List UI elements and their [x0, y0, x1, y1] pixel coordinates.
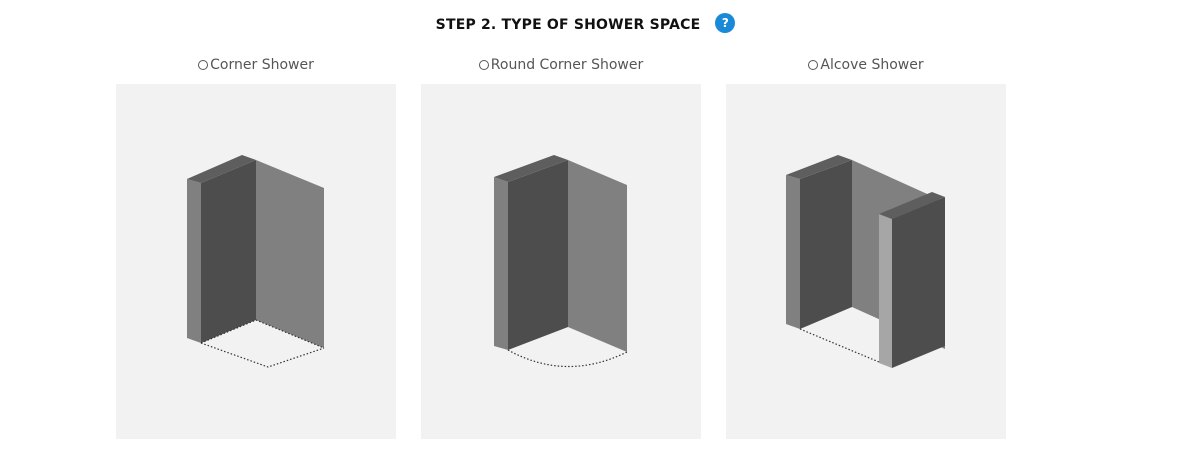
corner-shower-panel[interactable] — [116, 84, 396, 439]
alcove-shower-icon — [786, 155, 945, 368]
alcove-shower-radio-label[interactable]: Alcove Shower — [726, 56, 1006, 74]
alcove-shower-radio[interactable] — [808, 60, 819, 70]
shower-type-options: Corner Shower Round Corner Shower Alcove… — [116, 56, 1031, 439]
alcove-shower-label: Alcove Shower — [820, 57, 924, 73]
round-corner-shower-icon — [494, 155, 628, 368]
round-corner-shower-label: Round Corner Shower — [490, 57, 644, 73]
round-corner-shower-panel[interactable] — [421, 84, 701, 439]
option-corner-shower: Corner Shower — [116, 56, 396, 439]
option-alcove-shower: Alcove Shower — [726, 56, 1006, 439]
help-icon[interactable]: ? — [715, 13, 736, 33]
round-corner-shower-radio-label[interactable]: Round Corner Shower — [421, 56, 701, 74]
round-corner-shower-radio[interactable] — [478, 60, 489, 70]
corner-shower-icon — [187, 155, 325, 368]
alcove-shower-panel[interactable] — [726, 84, 1006, 439]
step-header: STEP 2. TYPE OF SHOWER SPACE ? — [0, 13, 1191, 33]
corner-shower-radio[interactable] — [198, 60, 209, 70]
corner-shower-radio-label[interactable]: Corner Shower — [116, 56, 396, 74]
step-title: STEP 2. TYPE OF SHOWER SPACE — [435, 17, 701, 33]
option-round-corner-shower: Round Corner Shower — [421, 56, 701, 439]
corner-shower-label: Corner Shower — [210, 57, 314, 73]
